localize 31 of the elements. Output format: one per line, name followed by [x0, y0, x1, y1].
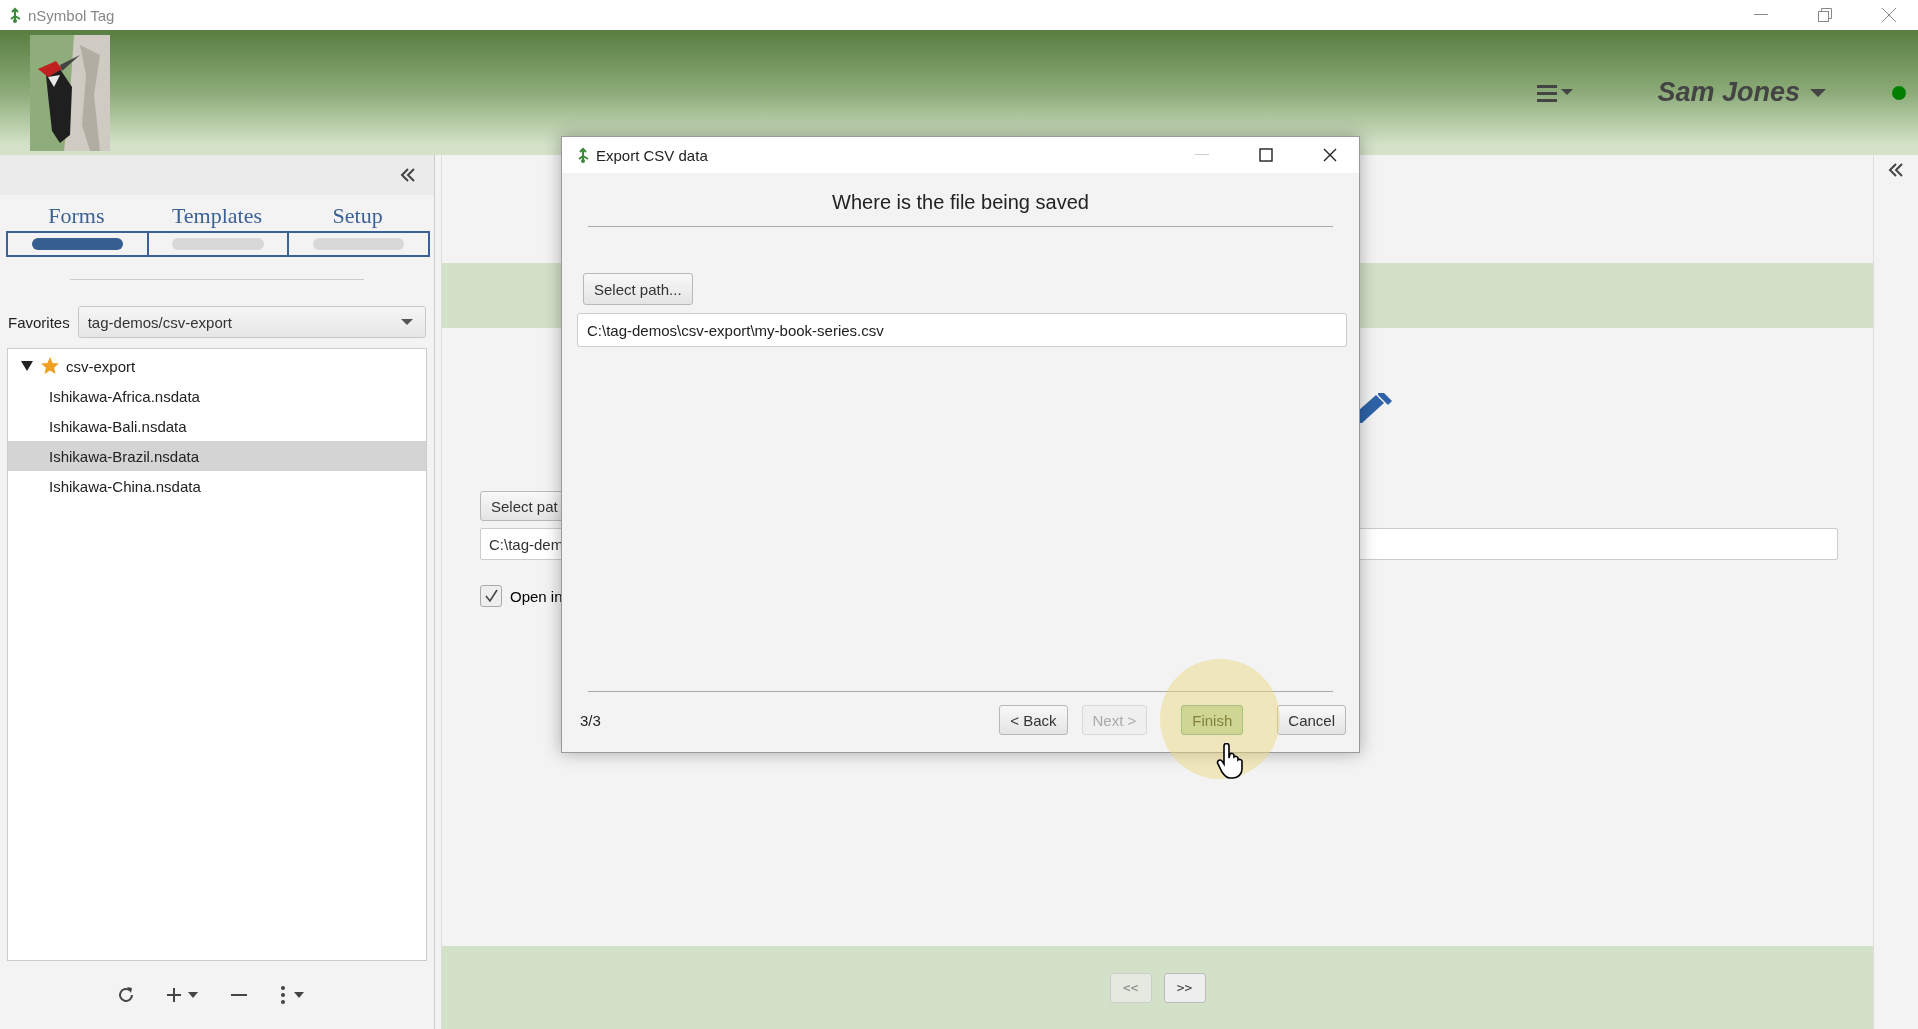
- tab[interactable]: Forms: [6, 203, 147, 257]
- select-path-button[interactable]: Select path...: [583, 273, 693, 305]
- page-button[interactable]: >>: [1163, 972, 1206, 1003]
- restore-icon[interactable]: [1818, 8, 1832, 22]
- tree-folder[interactable]: csv-export: [8, 351, 426, 381]
- app-title: nSymbol Tag: [28, 6, 116, 24]
- dialog-title: Export CSV data: [596, 146, 709, 164]
- wizard-button[interactable]: < Back: [999, 705, 1068, 735]
- caret-icon[interactable]: [401, 318, 413, 326]
- favorites-label: Favorites: [8, 313, 70, 331]
- tab[interactable]: Setup: [287, 203, 428, 257]
- favorites-dropdown[interactable]: tag-demos/csv-export: [77, 306, 426, 338]
- tab[interactable]: Templates: [146, 203, 288, 257]
- wizard-button[interactable]: Cancel: [1277, 705, 1346, 735]
- minimize-icon[interactable]: [1754, 14, 1768, 16]
- caret-icon[interactable]: [1810, 87, 1826, 98]
- user-menu[interactable]: Sam Jones: [1651, 76, 1832, 109]
- checkmark-icon[interactable]: [484, 589, 498, 603]
- expand-panel-button[interactable]: [1888, 163, 1904, 177]
- path-field[interactable]: C:\tag-demos\csv-export\my-book-series.csv: [577, 313, 1347, 347]
- dialog-heading: Where is the file being saved: [831, 191, 1090, 214]
- tree-item[interactable]: Ishikawa-Bali.nsdata: [8, 411, 426, 441]
- tree-item[interactable]: Ishikawa-Africa.nsdata: [8, 381, 426, 411]
- tree-item[interactable]: Ishikawa-China.nsdata: [8, 471, 426, 501]
- close-icon[interactable]: [1323, 148, 1337, 162]
- tree-item[interactable]: Ishikawa-Brazil.nsdata: [8, 441, 426, 471]
- expand-icon[interactable]: [20, 360, 34, 372]
- collapse-button[interactable]: [400, 168, 416, 182]
- star-icon: [40, 356, 60, 376]
- step-counter: 3/3: [580, 711, 602, 729]
- maximize-icon[interactable]: [1259, 148, 1273, 162]
